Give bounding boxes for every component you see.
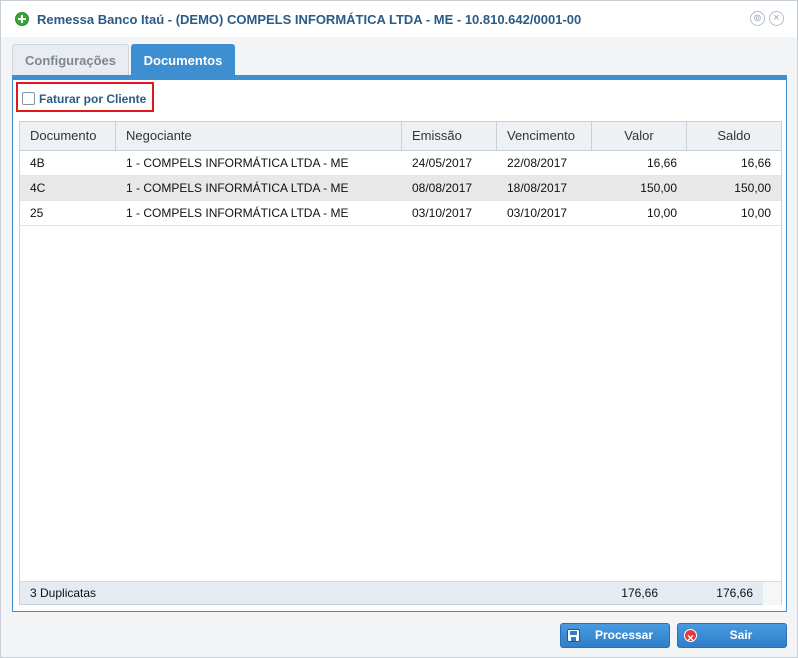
- scrollbar-gutter: [763, 582, 781, 605]
- tab-documentos[interactable]: Documentos: [131, 44, 235, 76]
- column-header-saldo[interactable]: Saldo: [687, 122, 781, 150]
- cell-vencimento: 18/08/2017: [507, 181, 568, 195]
- exit-icon: [684, 627, 697, 650]
- cell-negociante: 1 - COMPELS INFORMÁTICA LTDA - ME: [126, 206, 349, 220]
- documents-panel: Faturar por Cliente Documento Negociante…: [12, 80, 787, 612]
- duplicatas-count: 3 Duplicatas: [30, 586, 97, 600]
- column-header-negociante[interactable]: Negociante: [116, 122, 402, 150]
- column-header-emissao[interactable]: Emissão: [402, 122, 497, 150]
- cell-documento: 4C: [30, 181, 46, 195]
- cell-valor: 16,66: [646, 156, 677, 170]
- cell-emissao: 24/05/2017: [412, 156, 473, 170]
- table-row[interactable]: 4C 1 - COMPELS INFORMÁTICA LTDA - ME 08/…: [20, 176, 781, 201]
- table-row[interactable]: 4B 1 - COMPELS INFORMÁTICA LTDA - ME 24/…: [20, 151, 781, 176]
- close-icon[interactable]: ×: [769, 11, 784, 26]
- cell-documento: 25: [30, 206, 44, 220]
- grid-header: Documento Negociante Emissão Vencimento …: [20, 122, 781, 151]
- cell-negociante: 1 - COMPELS INFORMÁTICA LTDA - ME: [126, 156, 349, 170]
- window-title: Remessa Banco Itaú - (DEMO) COMPELS INFO…: [37, 12, 582, 27]
- column-header-vencimento[interactable]: Vencimento: [497, 122, 592, 150]
- processar-label: Processar: [594, 628, 654, 642]
- cell-vencimento: 03/10/2017: [507, 206, 568, 220]
- column-header-valor[interactable]: Valor: [592, 122, 687, 150]
- restore-icon[interactable]: ⊚: [750, 11, 765, 26]
- grid-footer: 3 Duplicatas 176,66 176,66: [20, 581, 781, 605]
- cell-emissao: 08/08/2017: [412, 181, 473, 195]
- cell-valor: 150,00: [640, 181, 677, 195]
- faturar-por-cliente-highlight: Faturar por Cliente: [16, 82, 154, 112]
- cell-emissao: 03/10/2017: [412, 206, 473, 220]
- save-icon: [567, 629, 580, 642]
- total-saldo: 176,66: [716, 586, 753, 600]
- documents-grid: Documento Negociante Emissão Vencimento …: [19, 121, 782, 605]
- sair-label: Sair: [729, 628, 753, 642]
- cell-vencimento: 22/08/2017: [507, 156, 568, 170]
- processar-button[interactable]: Processar: [560, 623, 670, 648]
- faturar-por-cliente-label[interactable]: Faturar por Cliente: [39, 92, 146, 106]
- title-bar: Remessa Banco Itaú - (DEMO) COMPELS INFO…: [1, 1, 797, 37]
- cell-saldo: 16,66: [740, 156, 771, 170]
- cell-saldo: 150,00: [734, 181, 771, 195]
- faturar-por-cliente-checkbox[interactable]: [22, 92, 35, 105]
- total-valor: 176,66: [621, 586, 658, 600]
- column-header-documento[interactable]: Documento: [20, 122, 116, 150]
- add-circle-icon: [15, 12, 29, 26]
- cell-saldo: 10,00: [740, 206, 771, 220]
- cell-valor: 10,00: [646, 206, 677, 220]
- table-row[interactable]: 25 1 - COMPELS INFORMÁTICA LTDA - ME 03/…: [20, 201, 781, 226]
- sair-button[interactable]: Sair: [677, 623, 787, 650]
- tab-configuracoes[interactable]: Configurações: [12, 44, 129, 76]
- remessa-window: Remessa Banco Itaú - (DEMO) COMPELS INFO…: [0, 0, 798, 658]
- cell-documento: 4B: [30, 156, 45, 170]
- cell-negociante: 1 - COMPELS INFORMÁTICA LTDA - ME: [126, 181, 349, 195]
